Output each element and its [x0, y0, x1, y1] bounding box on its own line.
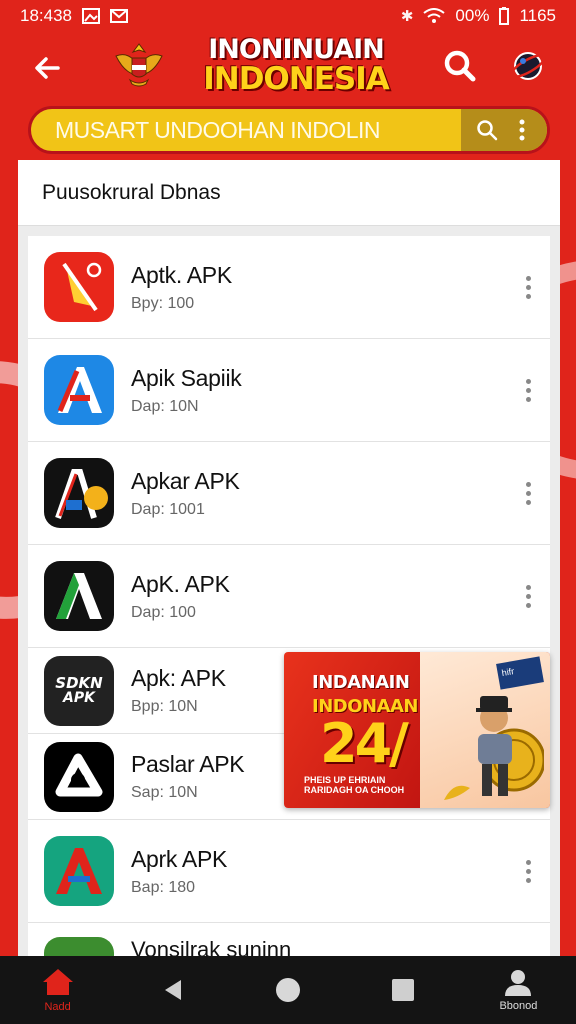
globe-icon[interactable] [508, 46, 548, 86]
back-triangle-icon [164, 980, 181, 1000]
search-input[interactable] [31, 109, 461, 151]
nav-label: Bbonod [499, 1000, 538, 1012]
brand-line2: INDONESIA [203, 61, 390, 97]
app-name: Apk: APK [131, 665, 226, 691]
list-item[interactable]: Aprk APK Bap: 180 [28, 820, 550, 923]
section-header: Puusokrural Dbnas [18, 160, 560, 226]
more-vert-icon[interactable] [516, 267, 540, 307]
profile-icon [505, 970, 532, 996]
image-notification-icon [82, 8, 100, 24]
status-time: 18:438 [20, 6, 72, 25]
app-bar: INONINUAIN INDONESIA [0, 32, 576, 102]
app-name: Apkar APK [131, 467, 240, 494]
square-icon [392, 979, 415, 1001]
list-item[interactable]: Apkar APK Dap: 1001 [28, 442, 550, 545]
ad-tag-text: hifr [500, 666, 515, 679]
content-panel: Puusokrural Dbnas Aptk. APK Bpy: 100 Api… [18, 160, 560, 1007]
list-item[interactable]: Apik Sapiik Dap: 10N [28, 339, 550, 442]
status-clock-right: 1165 [519, 6, 556, 25]
bottom-navigation: Nadd Bbonod [0, 956, 576, 1024]
more-vert-icon[interactable] [516, 576, 540, 616]
circle-icon [276, 978, 300, 1002]
search-bar [28, 106, 550, 154]
white-logo-icon [44, 741, 114, 812]
app-meta: Bap: 180 [131, 878, 196, 896]
bluetooth-icon: ✱ [400, 8, 414, 25]
list-item[interactable]: ApK. APK Dap: 100 [28, 545, 550, 648]
nav-label: Nadd [44, 1001, 71, 1013]
more-vert-icon[interactable] [516, 370, 540, 410]
app-meta: Dap: 1001 [131, 500, 205, 518]
brand-line1: INONINUAIN [208, 34, 384, 65]
teal-a-icon [44, 836, 114, 906]
sdkn-apk-icon: SDKN APK [44, 655, 114, 726]
nav-recents[interactable] [346, 956, 461, 1024]
more-vert-icon[interactable] [516, 473, 540, 513]
search-actions [461, 109, 547, 151]
icon-text: APK [63, 690, 95, 706]
more-vert-icon[interactable] [509, 117, 535, 143]
more-vert-icon[interactable] [516, 851, 540, 891]
app-meta: Bpp: 10N [131, 698, 198, 715]
app-meta: Dap: 100 [131, 603, 196, 621]
search-icon[interactable] [474, 117, 500, 143]
red-tool-icon [44, 252, 114, 322]
green-a-icon [44, 561, 114, 631]
app-name: Apik Sapiik [131, 364, 242, 391]
ad-number: 24/ [320, 712, 409, 775]
back-arrow-icon[interactable] [28, 48, 68, 88]
icon-text: SDKN [55, 674, 103, 692]
app-meta: Dap: 10N [131, 397, 199, 415]
nav-profile[interactable]: Bbonod [461, 956, 576, 1024]
message-notification-icon [110, 9, 128, 23]
home-icon [42, 969, 73, 995]
search-icon[interactable] [440, 46, 480, 86]
garuda-emblem-icon [112, 38, 166, 92]
app-meta: Sap: 10N [131, 784, 198, 801]
nav-home[interactable]: Nadd [0, 956, 115, 1024]
ad-line1: INDANAIN [312, 672, 410, 693]
app-meta: Bpy: 100 [131, 294, 195, 312]
brand-logo: INONINUAIN INDONESIA [196, 36, 396, 95]
nav-home-circle[interactable] [230, 956, 345, 1024]
ad-banner[interactable]: INDANAIN INDONAAN 24/ PHEIS UP EHRIAIN R… [284, 652, 550, 808]
nav-back[interactable] [115, 956, 230, 1024]
blue-a-icon [44, 355, 114, 425]
wifi-icon [423, 8, 446, 23]
status-bar: 18:438 ✱ 00% 1165 [0, 0, 576, 32]
app-list: Aptk. APK Bpy: 100 Apik Sapiik Dap: 10N … [28, 236, 550, 1007]
app-name: Aptk. APK [131, 261, 232, 288]
app-name: ApK. APK [131, 570, 230, 597]
list-item[interactable]: Aptk. APK Bpy: 100 [28, 236, 550, 339]
black-a-gold-icon [44, 458, 114, 528]
app-name: Aprk APK [131, 845, 228, 872]
battery-percent: 00% [455, 6, 490, 25]
app-name: Paslar APK [131, 751, 245, 777]
battery-icon [499, 7, 510, 25]
